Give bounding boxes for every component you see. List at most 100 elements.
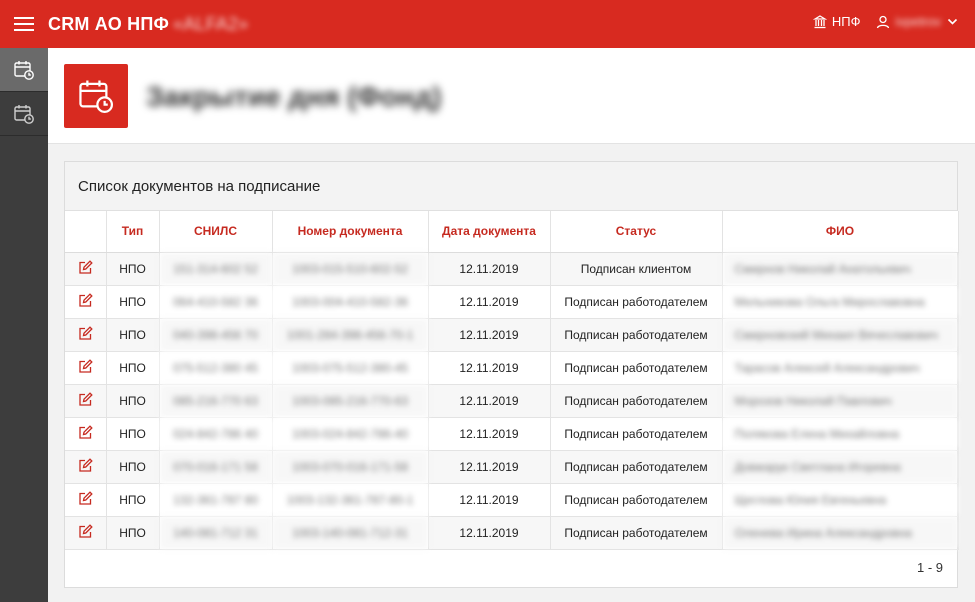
row-edit-button[interactable] xyxy=(65,318,107,352)
cell-type: НПО xyxy=(106,318,160,352)
cell-status: Подписан работодателем xyxy=(550,450,723,484)
column-header-fio[interactable]: ФИО xyxy=(722,211,959,253)
cell-fio: Полякова Елена Михайловна xyxy=(722,417,959,451)
row-edit-button[interactable] xyxy=(65,384,107,418)
documents-table: Тип СНИЛС Номер документа Дата документа… xyxy=(65,211,959,550)
cell-type: НПО xyxy=(106,450,160,484)
page-icon xyxy=(64,64,128,128)
column-header-doc-number[interactable]: Номер документа xyxy=(272,211,429,253)
edit-icon[interactable] xyxy=(78,391,93,407)
column-header-status[interactable]: Статус xyxy=(550,211,723,253)
cell-doc-date: 12.11.2019 xyxy=(428,516,551,550)
hamburger-icon[interactable] xyxy=(12,14,36,34)
chevron-down-icon xyxy=(947,18,958,25)
column-header-doc-date[interactable]: Дата документа xyxy=(428,211,551,253)
calendar-clock-icon xyxy=(79,80,114,114)
column-header-actions xyxy=(65,211,107,253)
cell-doc-number: 1003-024-842-786-40 xyxy=(272,417,429,451)
cell-snils: 151-314-602 52 xyxy=(159,252,273,286)
table-row[interactable]: НПО 151-314-602 52 1003-015-510-602-52 12.1… xyxy=(65,252,959,286)
cell-type: НПО xyxy=(106,384,160,418)
cell-status: Подписан работодателем xyxy=(550,516,723,550)
cell-doc-date: 12.11.2019 xyxy=(428,318,551,352)
pagination-info: 1 - 9 xyxy=(916,560,943,575)
cell-doc-number: 1003-075-512-380-45 xyxy=(272,351,429,385)
cell-doc-number: 1003-132-361-787-80-1 xyxy=(272,483,429,517)
cell-type: НПО xyxy=(106,483,160,517)
table-row[interactable]: НПО 024-842-786 40 1003-024-842-786-40 12.1… xyxy=(65,417,959,451)
edit-icon[interactable] xyxy=(78,523,93,539)
cell-status: Подписан работодателем xyxy=(550,384,723,418)
cell-snils: 024-842-786 40 xyxy=(159,417,273,451)
cell-snils: 064-410-582 36 xyxy=(159,285,273,319)
edit-icon[interactable] xyxy=(78,358,93,374)
panel-title: Список документов на подписание xyxy=(65,162,957,211)
top-right-menu: НПФ ivpetrov xyxy=(797,14,963,29)
user-menu[interactable]: ivpetrov xyxy=(876,14,963,29)
cell-type: НПО xyxy=(106,285,160,319)
panel-footer: 1 - 9 xyxy=(65,548,957,587)
fund-link[interactable]: НПФ xyxy=(812,14,861,29)
cell-doc-number: 1003-140-081-712-31 xyxy=(272,516,429,550)
column-header-type[interactable]: Тип xyxy=(106,211,160,253)
cell-doc-date: 12.11.2019 xyxy=(428,483,551,517)
cell-type: НПО xyxy=(106,417,160,451)
user-icon xyxy=(877,15,890,28)
column-header-snils[interactable]: СНИЛС xyxy=(159,211,273,253)
app-title[interactable]: CRM АО НПФ «ALFA2» xyxy=(48,14,249,35)
cell-doc-date: 12.11.2019 xyxy=(428,285,551,319)
cell-snils: 070-016-171 58 xyxy=(159,450,273,484)
sidebar xyxy=(0,48,48,602)
calendar-clock-icon xyxy=(14,104,34,124)
top-bar: CRM АО НПФ «ALFA2» НПФ ivpetrov xyxy=(0,0,975,48)
row-edit-button[interactable] xyxy=(65,516,107,550)
row-edit-button[interactable] xyxy=(65,285,107,319)
row-edit-button[interactable] xyxy=(65,417,107,451)
row-edit-button[interactable] xyxy=(65,351,107,385)
edit-icon[interactable] xyxy=(78,490,93,506)
cell-type: НПО xyxy=(106,516,160,550)
row-edit-button[interactable] xyxy=(65,252,107,286)
cell-fio: Смирновский Михаил Вячеславович xyxy=(722,318,959,352)
edit-icon[interactable] xyxy=(78,424,93,440)
app-title-blurred: «ALFA2» xyxy=(173,14,249,34)
sidebar-item-day-close-fund[interactable] xyxy=(0,48,48,92)
table-row[interactable]: НПО 040-398-456 70 1001-284-398-456-70-1 12… xyxy=(65,318,959,352)
table-row[interactable]: НПО 064-410-582 36 1003-004-410-582-36 12.1… xyxy=(65,285,959,319)
cell-status: Подписан работодателем xyxy=(550,351,723,385)
cell-fio: Щеглова Юлия Евгеньевна xyxy=(722,483,959,517)
cell-doc-number: 1003-015-510-602-52 xyxy=(272,252,429,286)
user-name: ivpetrov xyxy=(895,14,941,29)
cell-status: Подписан работодателем xyxy=(550,417,723,451)
table-row[interactable]: НПО 132-361-787 80 1003-132-361-787-80-1 12… xyxy=(65,483,959,517)
cell-doc-number: 1003-070-016-171-58 xyxy=(272,450,429,484)
table-row[interactable]: НПО 085-216-770 63 1003-085-216-770-63 12.1… xyxy=(65,384,959,418)
cell-type: НПО xyxy=(106,252,160,286)
edit-icon[interactable] xyxy=(78,259,93,275)
edit-icon[interactable] xyxy=(78,457,93,473)
cell-snils: 040-398-456 70 xyxy=(159,318,273,352)
cell-snils: 132-361-787 80 xyxy=(159,483,273,517)
page-title: Закрытие дня (Фонд) xyxy=(146,81,442,112)
sidebar-item-day-close[interactable] xyxy=(0,92,48,136)
cell-doc-number: 1001-284-398-456-70-1 xyxy=(272,318,429,352)
table-row[interactable]: НПО 075-512-380 45 1003-075-512-380-45 12.1… xyxy=(65,351,959,385)
building-icon xyxy=(812,14,827,28)
documents-panel: Список документов на подписание Тип СНИЛ… xyxy=(64,161,959,588)
cell-type: НПО xyxy=(106,351,160,385)
cell-doc-date: 12.11.2019 xyxy=(428,417,551,451)
edit-icon[interactable] xyxy=(78,325,93,341)
cell-doc-date: 12.11.2019 xyxy=(428,351,551,385)
cell-doc-number: 1003-085-216-770-63 xyxy=(272,384,429,418)
table-row[interactable]: НПО 140-081-712 31 1003-140-081-712-31 12.1… xyxy=(65,516,959,550)
row-edit-button[interactable] xyxy=(65,483,107,517)
cell-snils: 075-512-380 45 xyxy=(159,351,273,385)
fund-label: НПФ xyxy=(831,14,861,29)
app-title-text: CRM АО НПФ xyxy=(48,14,170,34)
row-edit-button[interactable] xyxy=(65,450,107,484)
cell-status: Подписан работодателем xyxy=(550,318,723,352)
cell-status: Подписан работодателем xyxy=(550,285,723,319)
edit-icon[interactable] xyxy=(78,292,93,308)
table-row[interactable]: НПО 070-016-171 58 1003-070-016-171-58 12.1… xyxy=(65,450,959,484)
calendar-clock-icon xyxy=(14,60,34,80)
